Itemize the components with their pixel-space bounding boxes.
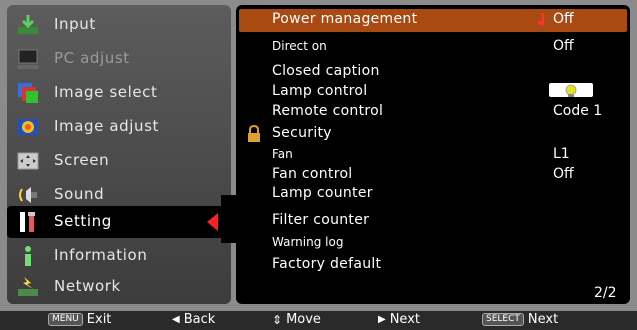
menu-item-setting[interactable]: Setting xyxy=(7,206,231,238)
menu-label-input: Input xyxy=(54,15,96,33)
exit-hint: MENU Exit xyxy=(48,312,111,327)
menu-item-pc-adjust[interactable]: PC adjust xyxy=(7,43,231,75)
setting-label: Lamp counter xyxy=(272,185,373,201)
menu-label-screen: Screen xyxy=(54,151,110,169)
next-hint: ▶ Next xyxy=(378,312,420,327)
page-indicator: 2/2 xyxy=(594,285,617,301)
left-arrow-icon: ◀ xyxy=(172,314,180,325)
setting-label: Direct on xyxy=(272,39,327,53)
right-arrow-icon: ▶ xyxy=(378,314,386,325)
menu-item-network[interactable]: Network xyxy=(7,271,231,303)
setting-label: Power management xyxy=(272,11,418,27)
setting-value: Off xyxy=(553,11,574,27)
setting-value: Off xyxy=(553,166,574,182)
information-icon xyxy=(16,244,40,268)
menu-label-image-adjust: Image adjust xyxy=(54,117,160,135)
menu-item-image-select[interactable]: Image select xyxy=(7,77,231,109)
select-next-label: Next xyxy=(527,312,559,327)
selection-pointer-icon xyxy=(207,213,218,231)
screen-icon xyxy=(16,149,40,173)
setting-value: Code 1 xyxy=(553,103,603,119)
setting-label: Lamp control xyxy=(272,83,368,99)
setting-submenu-panel: Power management Off Direct on Off Close… xyxy=(236,5,630,304)
back-hint: ◀ Back xyxy=(172,312,215,327)
image-select-icon xyxy=(16,81,40,105)
main-menu-panel: Input PC adjust Image select Image adjus… xyxy=(7,5,231,304)
key-guide-bar: MENU Exit ◀ Back ⇕ Move ▶ Next SELECT Ne… xyxy=(0,311,637,330)
padlock-icon xyxy=(248,125,260,142)
setting-label: Security xyxy=(272,125,332,141)
image-adjust-icon xyxy=(16,115,40,139)
move-hint: ⇕ Move xyxy=(272,312,321,327)
setting-label: Fan xyxy=(272,147,293,161)
menu-label-setting: Setting xyxy=(54,212,112,230)
up-down-arrow-icon: ⇕ xyxy=(272,312,283,327)
lamp-control-value xyxy=(549,83,593,97)
setting-label: Warning log xyxy=(272,235,344,249)
menu-label-image-select: Image select xyxy=(54,83,158,101)
setting-icon xyxy=(16,210,40,234)
setting-label: Fan control xyxy=(272,166,353,182)
setting-label: Filter counter xyxy=(272,212,370,228)
menu-item-screen[interactable]: Screen xyxy=(7,145,231,177)
menu-key-badge: MENU xyxy=(48,313,83,326)
setting-value: Off xyxy=(553,38,574,54)
setting-label: Closed caption xyxy=(272,63,380,79)
back-label: Back xyxy=(183,312,216,327)
select-next-hint: SELECT Next xyxy=(482,312,558,327)
move-label: Move xyxy=(286,312,321,327)
setting-label: Factory default xyxy=(272,256,382,272)
lamp-icon xyxy=(565,84,577,97)
setting-value: L1 xyxy=(553,146,570,162)
setting-label: Remote control xyxy=(272,103,384,119)
osd-frame: Input PC adjust Image select Image adjus… xyxy=(0,0,637,330)
menu-item-input[interactable]: Input xyxy=(7,9,231,41)
next-label: Next xyxy=(389,312,420,327)
menu-item-information[interactable]: Information xyxy=(7,240,231,272)
sound-icon xyxy=(16,183,40,207)
exit-label: Exit xyxy=(86,312,112,327)
menu-label-network: Network xyxy=(54,277,121,295)
power-plug-icon xyxy=(538,13,544,25)
menu-label-information: Information xyxy=(54,246,148,264)
select-key-badge: SELECT xyxy=(482,313,524,326)
network-icon xyxy=(16,275,40,299)
menu-label-pc-adjust: PC adjust xyxy=(54,49,130,67)
menu-label-sound: Sound xyxy=(54,185,105,203)
input-icon xyxy=(16,13,40,37)
menu-item-image-adjust[interactable]: Image adjust xyxy=(7,111,231,143)
pc-adjust-icon xyxy=(16,47,40,71)
